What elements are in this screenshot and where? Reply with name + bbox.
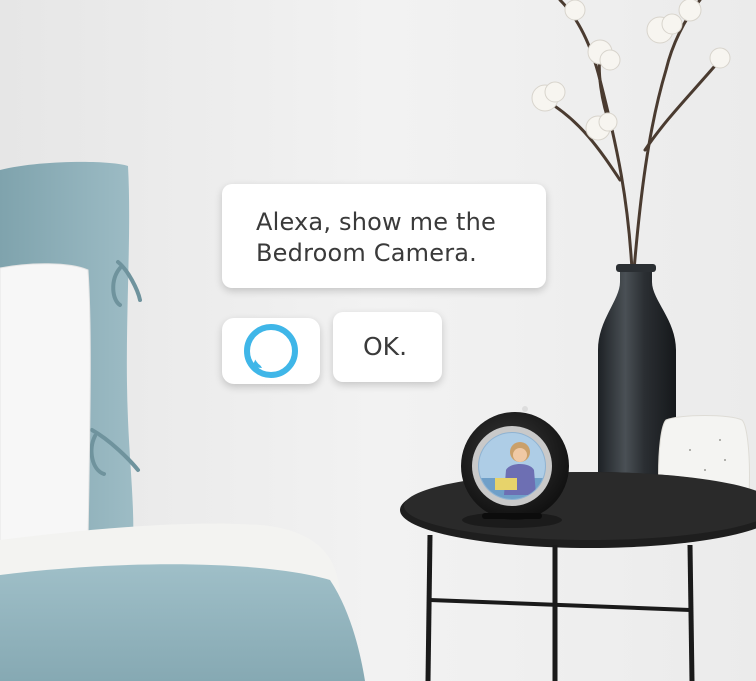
blue-duvet <box>0 564 365 681</box>
assistant-reply-bubble: OK. <box>333 312 442 382</box>
voice-request-bubble: Alexa, show me the Bedroom Camera. <box>222 184 546 288</box>
alexa-badge <box>222 318 320 384</box>
request-line-1: Alexa, show me the <box>256 208 497 236</box>
bedroom-scene: Alexa, show me the Bedroom Camera. OK. <box>0 0 756 681</box>
white-pillow <box>0 263 91 549</box>
request-line-2: Bedroom Camera. <box>256 239 477 267</box>
alexa-logo-icon <box>244 324 298 378</box>
reply-text: OK. <box>363 332 408 361</box>
